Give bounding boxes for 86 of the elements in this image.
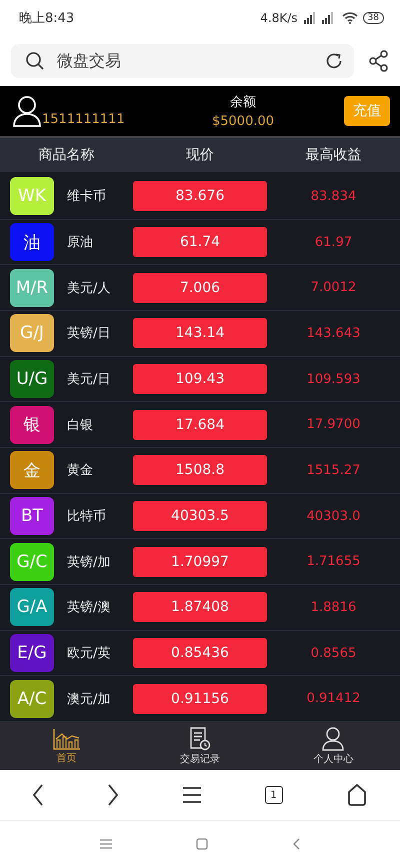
max-return: 1.71655 bbox=[306, 554, 362, 570]
price-tag: 7.006 bbox=[133, 272, 267, 303]
back-icon[interactable] bbox=[32, 784, 44, 806]
max-return: 0.91412 bbox=[306, 691, 362, 706]
nav-tab[interactable]: 个人中心 bbox=[266, 722, 400, 770]
max-return: 7.0012 bbox=[310, 280, 358, 296]
phone-number: 1511111111 bbox=[42, 112, 125, 127]
max-return: 61.97 bbox=[314, 234, 354, 250]
status-time: 晚上8:43 bbox=[19, 10, 74, 27]
product-row[interactable]: M/R 美元/人 7.006 7.0012 bbox=[0, 265, 400, 312]
reload-icon[interactable] bbox=[324, 51, 344, 71]
product-name: 黄金 bbox=[67, 462, 93, 480]
product-row[interactable]: G/J 英镑/日 143.14 143.643 bbox=[0, 311, 400, 357]
product-name: 美元/人 bbox=[67, 280, 110, 297]
product-row[interactable]: BT 比特币 40303.5 40303.0 bbox=[0, 494, 400, 540]
product-name: 比特币 bbox=[67, 508, 106, 526]
max-return: 109.593 bbox=[306, 372, 362, 387]
product-name: 欧元/英 bbox=[67, 645, 110, 662]
price-tag: 40303.5 bbox=[133, 501, 267, 532]
share-icon[interactable] bbox=[368, 50, 390, 72]
address-field[interactable]: 微盘交易 bbox=[11, 44, 354, 78]
product-badge: G/J bbox=[10, 314, 54, 352]
max-return: 40303.0 bbox=[306, 508, 362, 524]
product-name: 英镑/澳 bbox=[67, 599, 110, 616]
product-name: 英镑/加 bbox=[67, 554, 110, 571]
product-row[interactable]: G/C 英镑/加 1.70997 1.71655 bbox=[0, 539, 400, 586]
tab-count-button[interactable]: 1 bbox=[264, 786, 283, 804]
product-name: 英镑/日 bbox=[67, 325, 110, 342]
product-row[interactable]: U/G 美元/日 109.43 109.593 bbox=[0, 356, 400, 402]
balance-label: 余额 bbox=[230, 94, 256, 111]
product-badge: E/G bbox=[10, 634, 54, 672]
max-return: 143.643 bbox=[306, 326, 362, 341]
product-badge: G/A bbox=[10, 588, 54, 626]
product-badge: 金 bbox=[10, 451, 54, 490]
price-tag: 1.87408 bbox=[133, 592, 267, 622]
product-badge: U/G bbox=[10, 360, 54, 398]
user-icon bbox=[322, 726, 344, 750]
user-icon bbox=[12, 95, 42, 127]
price-tag: 0.85436 bbox=[133, 638, 267, 668]
price-tag: 109.43 bbox=[133, 364, 267, 394]
document-clock-icon bbox=[188, 726, 211, 750]
price-tag: 83.676 bbox=[133, 181, 267, 212]
column-header: 最高收益 bbox=[304, 146, 362, 164]
product-badge: 银 bbox=[10, 406, 54, 444]
product-row[interactable]: A/C 澳元/加 0.91156 0.91412 bbox=[0, 676, 400, 722]
product-row[interactable]: WK 维卡币 83.676 83.834 bbox=[0, 174, 400, 220]
product-row[interactable]: G/A 英镑/澳 1.87408 1.8816 bbox=[0, 585, 400, 631]
product-badge: G/C bbox=[10, 542, 54, 581]
product-badge: 油 bbox=[10, 223, 54, 261]
max-return: 83.834 bbox=[310, 188, 358, 204]
product-name: 美元/日 bbox=[67, 371, 110, 388]
product-row[interactable]: 银 白银 17.684 17.9700 bbox=[0, 402, 400, 448]
forward-icon[interactable] bbox=[107, 784, 120, 806]
max-return: 1515.27 bbox=[306, 462, 362, 478]
wifi-icon bbox=[342, 12, 358, 24]
product-badge: M/R bbox=[10, 268, 54, 307]
product-name: 澳元/加 bbox=[67, 690, 110, 708]
network-speed: 4.8K/s bbox=[260, 11, 298, 25]
price-tag: 143.14 bbox=[133, 318, 267, 348]
price-tag: 17.684 bbox=[133, 410, 267, 440]
product-badge: A/C bbox=[10, 680, 54, 718]
search-icon bbox=[25, 51, 45, 71]
product-name: 白银 bbox=[67, 416, 93, 434]
product-name: 维卡币 bbox=[67, 188, 106, 206]
product-name: 原油 bbox=[67, 234, 93, 251]
price-tag: 61.74 bbox=[133, 227, 267, 257]
column-header: 现价 bbox=[184, 146, 215, 164]
max-return: 1.8816 bbox=[310, 600, 358, 615]
price-tag: 1508.8 bbox=[133, 455, 267, 486]
battery-indicator: 38 bbox=[362, 12, 384, 24]
price-tag: 0.91156 bbox=[133, 684, 267, 714]
column-header: 商品名称 bbox=[38, 146, 96, 164]
price-tag: 1.70997 bbox=[133, 546, 267, 577]
menu-icon[interactable] bbox=[182, 786, 201, 804]
max-return: 17.9700 bbox=[306, 417, 362, 432]
home-icon[interactable] bbox=[346, 784, 368, 806]
max-return: 0.8565 bbox=[310, 646, 358, 661]
product-badge: WK bbox=[10, 177, 54, 216]
nav-tab[interactable]: 交易记录 bbox=[133, 722, 267, 770]
product-row[interactable]: 金 黄金 1508.8 1515.27 bbox=[0, 448, 400, 494]
balance-amount: $5000.00 bbox=[212, 114, 274, 129]
product-row[interactable]: E/G 欧元/英 0.85436 0.8565 bbox=[0, 630, 400, 676]
product-row[interactable]: 油 原油 61.74 61.97 bbox=[0, 220, 400, 266]
nav-tab[interactable]: 首页 bbox=[0, 722, 134, 770]
product-badge: BT bbox=[10, 497, 54, 536]
chart-icon bbox=[52, 728, 81, 750]
